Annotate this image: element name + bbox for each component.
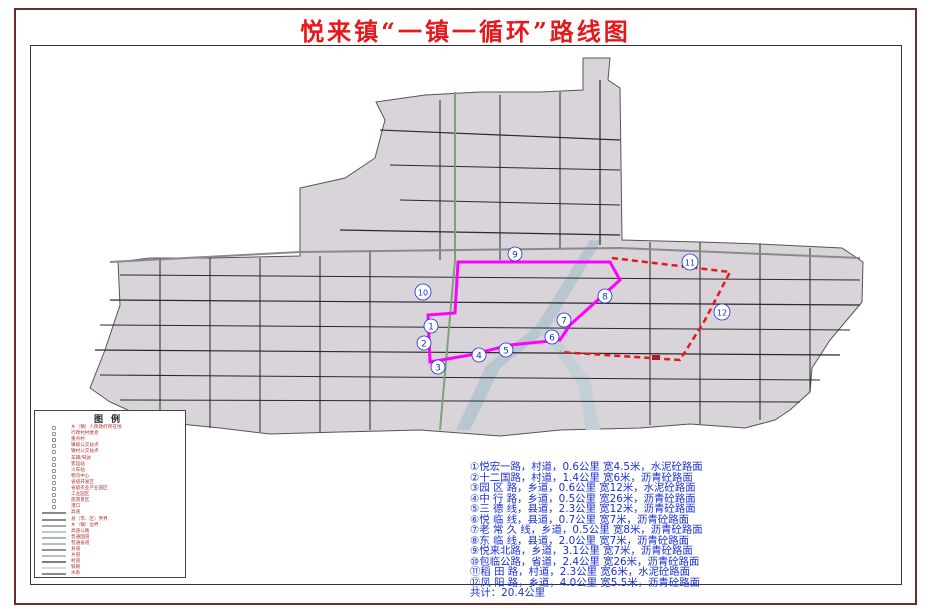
legend-label: 物流中心 <box>71 473 90 479</box>
route-marker-8: 8 <box>597 288 613 304</box>
legend-symbol <box>41 456 67 462</box>
legend-symbol <box>41 504 67 510</box>
route-marker-12: 12 <box>713 303 731 321</box>
route-marker-4: 4 <box>471 347 487 363</box>
svg-text:6: 6 <box>549 334 555 344</box>
legend-item: 物流中心 <box>39 474 185 480</box>
route-marker-9: 9 <box>507 246 523 262</box>
legend-item: 港口 <box>39 504 185 510</box>
route-marker-2: 2 <box>416 335 432 351</box>
legend-symbol <box>41 535 67 541</box>
legend-item: 乡（镇）人民政府所在地 <box>39 425 185 431</box>
legend-item: 旅游景区 <box>39 498 185 504</box>
legend-label: 高速 <box>71 510 81 516</box>
legend-item: 县道 <box>39 547 185 553</box>
legend-label: 火车站 <box>71 467 85 473</box>
legend-item: 村道 <box>39 559 185 565</box>
legend-symbol <box>41 565 67 571</box>
legend-item: 车辆/驾驶 <box>39 456 185 462</box>
legend-symbol <box>41 498 67 504</box>
legend-label: 县（市、区）界界 <box>71 516 108 522</box>
svg-text:9: 9 <box>512 251 518 261</box>
legend: 图例 乡（镇）人民政府所在地 行政村村委会 重点村 镇级公交站点 镇村公交站点 车辆/驾驶… <box>34 410 186 578</box>
route-marker-1: 1 <box>423 318 439 334</box>
route-marker-10: 10 <box>414 283 432 301</box>
svg-text:4: 4 <box>476 352 482 362</box>
route-marker-7: 7 <box>556 312 572 328</box>
route-marker-3: 3 <box>430 359 446 375</box>
svg-text:3: 3 <box>435 364 441 374</box>
legend-symbol <box>41 553 67 559</box>
legend-item: 高速公路 <box>39 529 185 535</box>
page: 悦来镇“一镇一循环”路线图 1 2 3 4 5 6 7 8 9 10 11 12… <box>0 0 933 615</box>
legend-item: 客运站 <box>39 462 185 468</box>
legend-item: 水系 <box>39 571 185 577</box>
legend-symbol <box>41 437 67 443</box>
legend-symbol <box>41 449 67 455</box>
legend-item: 高速 <box>39 510 185 516</box>
legend-symbol <box>41 517 67 523</box>
legend-item: 乡（镇）边界 <box>39 523 185 529</box>
legend-item: 省级农业产业园区 <box>39 486 185 492</box>
legend-item: 普通国道 <box>39 535 185 541</box>
legend-item: 乡道 <box>39 553 185 559</box>
legend-item: 行政村村委会 <box>39 431 185 437</box>
legend-symbol <box>41 486 67 492</box>
legend-label: 普通国道 <box>71 534 90 540</box>
legend-item: 工业园区 <box>39 492 185 498</box>
legend-symbol <box>41 547 67 553</box>
legend-title: 图例 <box>93 415 128 425</box>
svg-text:11: 11 <box>685 259 695 268</box>
legend-label: 车辆/驾驶 <box>71 455 91 461</box>
legend-symbol <box>41 443 67 449</box>
svg-text:2: 2 <box>421 340 427 350</box>
legend-label: 乡（镇）边界 <box>71 522 99 528</box>
svg-text:10: 10 <box>418 289 428 298</box>
legend-symbol <box>41 510 67 516</box>
legend-symbol <box>41 571 67 577</box>
svg-text:1: 1 <box>428 323 434 333</box>
route-marker-11: 11 <box>681 253 699 271</box>
legend-item: 铁路 <box>39 565 185 571</box>
legend-item: 县（市、区）界界 <box>39 517 185 523</box>
legend-item: 重点村 <box>39 437 185 443</box>
town-center-marker <box>652 355 660 360</box>
legend-label: 水系 <box>71 571 81 577</box>
legend-symbol <box>41 431 67 437</box>
legend-symbol <box>41 559 67 565</box>
svg-text:5: 5 <box>503 347 509 357</box>
legend-item: 普通省道 <box>39 541 185 547</box>
route-total: 共计：20.4公里 <box>470 587 546 599</box>
legend-label: 省级开发区 <box>71 479 94 485</box>
legend-item: 镇村公交站点 <box>39 449 185 455</box>
legend-symbol <box>41 529 67 535</box>
svg-text:8: 8 <box>602 293 608 303</box>
legend-label: 普通省道 <box>71 540 90 546</box>
legend-symbol <box>41 474 67 480</box>
legend-label: 客运站 <box>71 461 85 467</box>
legend-symbol <box>41 480 67 486</box>
legend-symbol <box>41 425 67 431</box>
route-marker-5: 5 <box>498 342 514 358</box>
svg-text:7: 7 <box>561 317 567 327</box>
legend-label: 高速公路 <box>71 528 90 534</box>
legend-item: 省级开发区 <box>39 480 185 486</box>
legend-symbol <box>41 462 67 468</box>
route-marker-6: 6 <box>544 329 560 345</box>
legend-symbol <box>41 468 67 474</box>
legend-symbol <box>41 523 67 529</box>
legend-item: 火车站 <box>39 468 185 474</box>
svg-text:12: 12 <box>717 309 727 318</box>
legend-label: 镇村公交站点 <box>71 449 99 455</box>
legend-symbol <box>41 492 67 498</box>
legend-item: 镇级公交站点 <box>39 443 185 449</box>
legend-symbol <box>41 541 67 547</box>
